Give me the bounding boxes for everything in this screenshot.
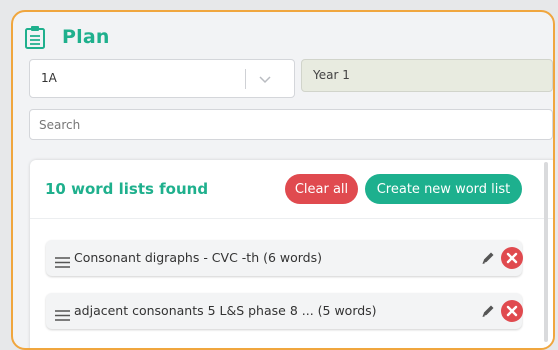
list-item-label: adjacent consonants 5 L&S phase 8 ... (5… <box>74 303 377 318</box>
drag-handle-icon[interactable] <box>55 253 70 268</box>
scrollbar[interactable] <box>544 162 548 342</box>
panel-header: Plan <box>24 25 110 49</box>
pencil-icon[interactable] <box>480 250 496 266</box>
clipboard-icon <box>24 25 46 49</box>
page-title: Plan <box>62 26 110 48</box>
pencil-icon[interactable] <box>480 303 496 319</box>
class-select[interactable]: 1A <box>29 59 295 98</box>
divider <box>30 218 553 219</box>
year-value: Year 1 <box>313 68 350 82</box>
list-item-label: Consonant digraphs - CVC -th (6 words) <box>74 250 323 265</box>
delete-icon[interactable] <box>501 247 523 269</box>
year-field: Year 1 <box>301 59 553 92</box>
chevron-down-icon[interactable] <box>256 71 274 87</box>
list-item[interactable]: adjacent consonants 5 L&S phase 8 ... (5… <box>46 293 523 329</box>
plan-panel: Plan 1A Year 1 10 word lists found Clear… <box>11 10 555 350</box>
results-count: 10 word lists found <box>45 180 209 198</box>
select-divider <box>245 69 246 89</box>
list-item[interactable]: Consonant digraphs - CVC -th (6 words) <box>46 240 523 276</box>
delete-icon[interactable] <box>501 300 523 322</box>
class-select-value: 1A <box>41 71 57 85</box>
drag-handle-icon[interactable] <box>55 306 70 321</box>
word-lists-card: 10 word lists found Clear all Create new… <box>30 160 553 348</box>
search-input[interactable] <box>29 109 553 140</box>
clear-all-button[interactable]: Clear all <box>285 174 358 204</box>
create-word-list-button[interactable]: Create new word list <box>365 174 522 204</box>
